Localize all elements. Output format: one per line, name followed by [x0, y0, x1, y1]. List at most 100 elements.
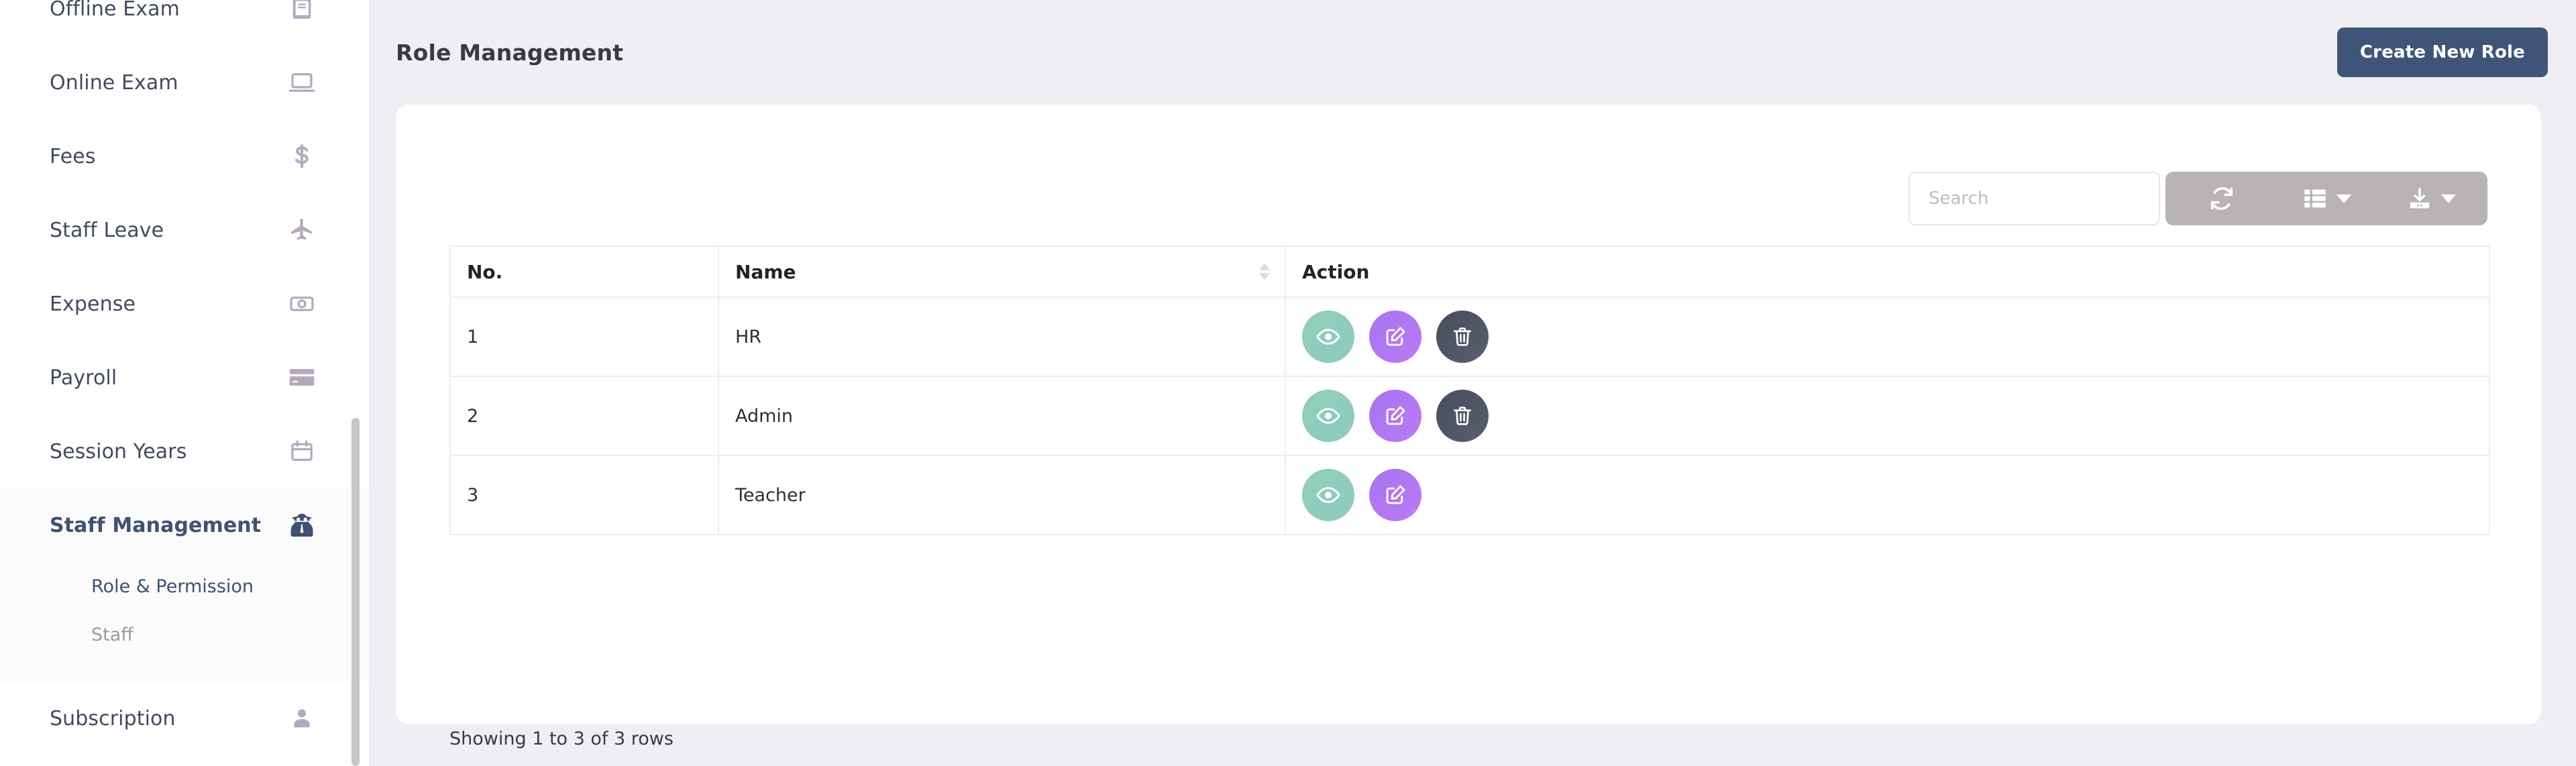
sidebar-item-label: Expense — [50, 292, 136, 316]
page-header: Role Management Create New Role — [369, 0, 2576, 105]
spy-icon — [284, 508, 319, 543]
sidebar-item-label: Staff Management — [50, 513, 262, 537]
sidebar-item-label: Payroll — [50, 366, 117, 390]
column-header-label: Name — [735, 260, 796, 283]
sidebar-group-fees: Fees — [0, 119, 369, 193]
sidebar-group-staff-management: Staff Management Role & Permission Staff — [0, 488, 369, 681]
sidebar-item-offline-exam[interactable]: Offline Exam — [0, 0, 369, 46]
main-content: Role Management Create New Role Search N… — [369, 0, 2576, 766]
sidebar-item-session-years[interactable]: Session Years — [0, 415, 369, 488]
view-button[interactable] — [1302, 469, 1354, 521]
eye-icon — [1316, 324, 1341, 349]
view-button[interactable] — [1302, 390, 1354, 442]
edit-button[interactable] — [1369, 469, 1421, 521]
sidebar-group-staff-leave: Staff Leave — [0, 193, 369, 267]
sidebar-item-fees[interactable]: Fees — [0, 119, 369, 193]
row-actions — [1302, 469, 2473, 521]
sidebar-item-payroll[interactable]: Payroll — [0, 341, 369, 415]
chevron-down-icon — [2441, 194, 2456, 203]
cell-no: 1 — [449, 296, 719, 377]
sidebar-group-subscription: Subscription — [0, 681, 369, 755]
sidebar-group-expense: Expense — [0, 267, 369, 341]
chevron-down-icon — [2337, 194, 2351, 203]
sidebar-nav: Offline Exam Online Exam Fees Staff Leav… — [0, 0, 369, 755]
delete-button[interactable] — [1436, 390, 1489, 442]
edit-pencil-icon — [1383, 483, 1407, 507]
sidebar-item-online-exam[interactable]: Online Exam — [0, 46, 369, 119]
sidebar-group-payroll: Payroll — [0, 341, 369, 415]
table-row: 1 HR — [449, 296, 2490, 377]
sidebar-item-label: Fees — [50, 144, 96, 168]
plane-icon — [284, 213, 319, 248]
sidebar-group-offline-exam: Offline Exam — [0, 0, 369, 46]
row-actions — [1302, 311, 2473, 363]
page-title: Role Management — [396, 39, 624, 66]
cell-action — [1285, 455, 2490, 535]
sidebar-item-staff-management[interactable]: Staff Management — [0, 488, 369, 562]
sidebar-item-label: Session Years — [50, 439, 187, 463]
cell-name: HR — [718, 296, 1286, 377]
cell-action — [1285, 296, 2490, 377]
book-icon — [284, 0, 319, 26]
table-footer-info: Showing 1 to 3 of 3 rows — [449, 728, 674, 749]
credit-card-icon — [284, 360, 319, 395]
dollar-icon — [284, 139, 319, 174]
edit-pencil-icon — [1383, 325, 1407, 349]
sidebar-item-label: Offline Exam — [50, 0, 180, 21]
roles-table-wrapper: No. Name Action 1 HR 2 Admin 3 Teacher — [449, 245, 2490, 535]
columns-icon — [2302, 185, 2328, 212]
sidebar-subitem-label: Staff — [91, 624, 133, 645]
edit-button[interactable] — [1369, 311, 1421, 363]
toolbar-button-group — [2165, 172, 2487, 225]
row-actions — [1302, 390, 2473, 442]
sort-icon[interactable] — [1259, 263, 1270, 280]
sidebar-item-staff-leave[interactable]: Staff Leave — [0, 193, 369, 267]
table-toolbar — [1909, 172, 2487, 225]
refresh-icon — [2208, 185, 2235, 212]
table-body: 1 HR 2 Admin 3 Teacher — [449, 296, 2490, 535]
table-row: 3 Teacher — [449, 455, 2490, 535]
sidebar-submenu: Role & Permission Staff — [0, 562, 369, 681]
sidebar-item-subscription[interactable]: Subscription — [0, 681, 369, 755]
search-input[interactable] — [1909, 172, 2160, 225]
view-button[interactable] — [1302, 311, 1354, 363]
user-icon — [284, 701, 319, 736]
delete-button[interactable] — [1436, 311, 1489, 363]
sidebar-item-label: Staff Leave — [50, 218, 164, 242]
trash-icon — [1451, 325, 1474, 348]
sidebar-subitem-label: Role & Permission — [91, 576, 254, 597]
table-header-row: No. Name Action — [449, 245, 2490, 298]
sidebar-group-session-years: Session Years — [0, 415, 369, 488]
eye-icon — [1316, 482, 1341, 508]
sidebar-scrollbar-track[interactable] — [352, 0, 360, 766]
trash-icon — [1451, 404, 1474, 427]
table-head: No. Name Action — [449, 245, 2490, 298]
column-header-no: No. — [449, 245, 719, 298]
eye-icon — [1316, 403, 1341, 429]
sidebar-item-role-permission[interactable]: Role & Permission — [0, 562, 369, 610]
export-icon — [2406, 185, 2433, 212]
edit-pencil-icon — [1383, 404, 1407, 428]
cell-name: Teacher — [718, 455, 1286, 535]
columns-button[interactable] — [2274, 172, 2379, 225]
sidebar-scrollbar-thumb[interactable] — [352, 418, 360, 766]
calendar-icon — [284, 434, 319, 469]
column-header-label: No. — [467, 260, 503, 283]
cell-name: Admin — [718, 376, 1286, 456]
roles-table: No. Name Action 1 HR 2 Admin 3 Teacher — [449, 245, 2490, 535]
sidebar-item-expense[interactable]: Expense — [0, 267, 369, 341]
column-header-label: Action — [1302, 260, 1370, 283]
create-new-role-button[interactable]: Create New Role — [2337, 28, 2548, 77]
column-header-name[interactable]: Name — [718, 245, 1286, 298]
sidebar-item-staff[interactable]: Staff — [0, 610, 369, 659]
edit-button[interactable] — [1369, 390, 1421, 442]
cell-action — [1285, 376, 2490, 456]
sidebar-group-online-exam: Online Exam — [0, 46, 369, 119]
sidebar: Offline Exam Online Exam Fees Staff Leav… — [0, 0, 369, 766]
cell-no: 2 — [449, 376, 719, 456]
banknote-icon — [284, 286, 319, 321]
export-button[interactable] — [2379, 172, 2483, 225]
refresh-button[interactable] — [2169, 172, 2274, 225]
sidebar-item-label: Online Exam — [50, 70, 178, 95]
sidebar-item-label: Subscription — [50, 706, 176, 730]
